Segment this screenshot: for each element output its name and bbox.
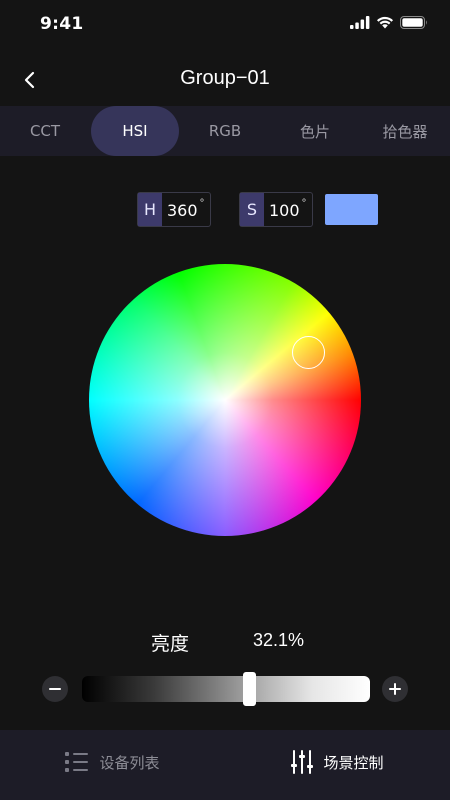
saturation-unit: ° xyxy=(301,198,307,209)
increase-brightness-button[interactable] xyxy=(382,676,408,702)
tab-rgb[interactable]: RGB xyxy=(180,106,270,156)
color-swatch xyxy=(325,194,378,225)
brightness-slider-thumb[interactable] xyxy=(243,672,256,706)
tab-hsi[interactable]: HSI xyxy=(90,106,180,156)
tab-label: HSI xyxy=(122,122,148,140)
saturation-field[interactable]: S 100 ° xyxy=(239,192,313,227)
status-time: 9:41 xyxy=(40,14,84,34)
color-picker-handle[interactable] xyxy=(292,336,325,369)
tab-label: CCT xyxy=(29,122,61,140)
mode-tabs: CCT HSI RGB 色片 拾色器 xyxy=(0,106,450,156)
decrease-brightness-button[interactable] xyxy=(42,676,68,702)
nav-label: 设备列表 xyxy=(99,753,160,772)
color-wheel[interactable] xyxy=(89,264,361,536)
brightness-label: 亮度 xyxy=(151,633,190,655)
minus-icon xyxy=(49,688,61,690)
tab-color-picker[interactable]: 拾色器 xyxy=(360,106,450,156)
color-wheel-container xyxy=(89,264,361,536)
header: Group−01 xyxy=(0,56,450,104)
signal-icon xyxy=(350,16,370,29)
status-icons xyxy=(350,16,428,29)
wifi-icon xyxy=(377,16,393,29)
page-title: Group−01 xyxy=(180,67,270,89)
hue-tag: H xyxy=(138,193,162,226)
plus-icon xyxy=(389,683,401,695)
status-bar: 9:41 xyxy=(0,0,450,50)
hue-field[interactable]: H 360 ° xyxy=(137,192,211,227)
saturation-tag: S xyxy=(240,193,264,226)
nav-device-list[interactable]: 设备列表 xyxy=(0,730,225,800)
bottom-nav: 设备列表 场景控制 xyxy=(0,730,450,800)
nav-scene-control[interactable]: 场景控制 xyxy=(225,730,450,800)
hue-value-wrap: 360 ° xyxy=(162,193,205,226)
hue-value: 360 xyxy=(167,201,198,220)
tab-gel[interactable]: 色片 xyxy=(270,106,360,156)
list-icon xyxy=(65,752,89,772)
tab-cct[interactable]: CCT xyxy=(0,106,90,156)
brightness-slider[interactable] xyxy=(82,676,370,702)
battery-icon xyxy=(400,16,427,29)
saturation-value: 100 xyxy=(269,201,300,220)
sliders-icon xyxy=(291,750,314,774)
tab-label: 色片 xyxy=(299,122,330,141)
brightness-value: 32.1% xyxy=(253,630,305,650)
tab-label: 拾色器 xyxy=(382,122,428,141)
tab-label: RGB xyxy=(208,122,242,140)
hue-unit: ° xyxy=(199,198,205,209)
nav-label: 场景控制 xyxy=(323,753,384,772)
saturation-value-wrap: 100 ° xyxy=(264,193,307,226)
